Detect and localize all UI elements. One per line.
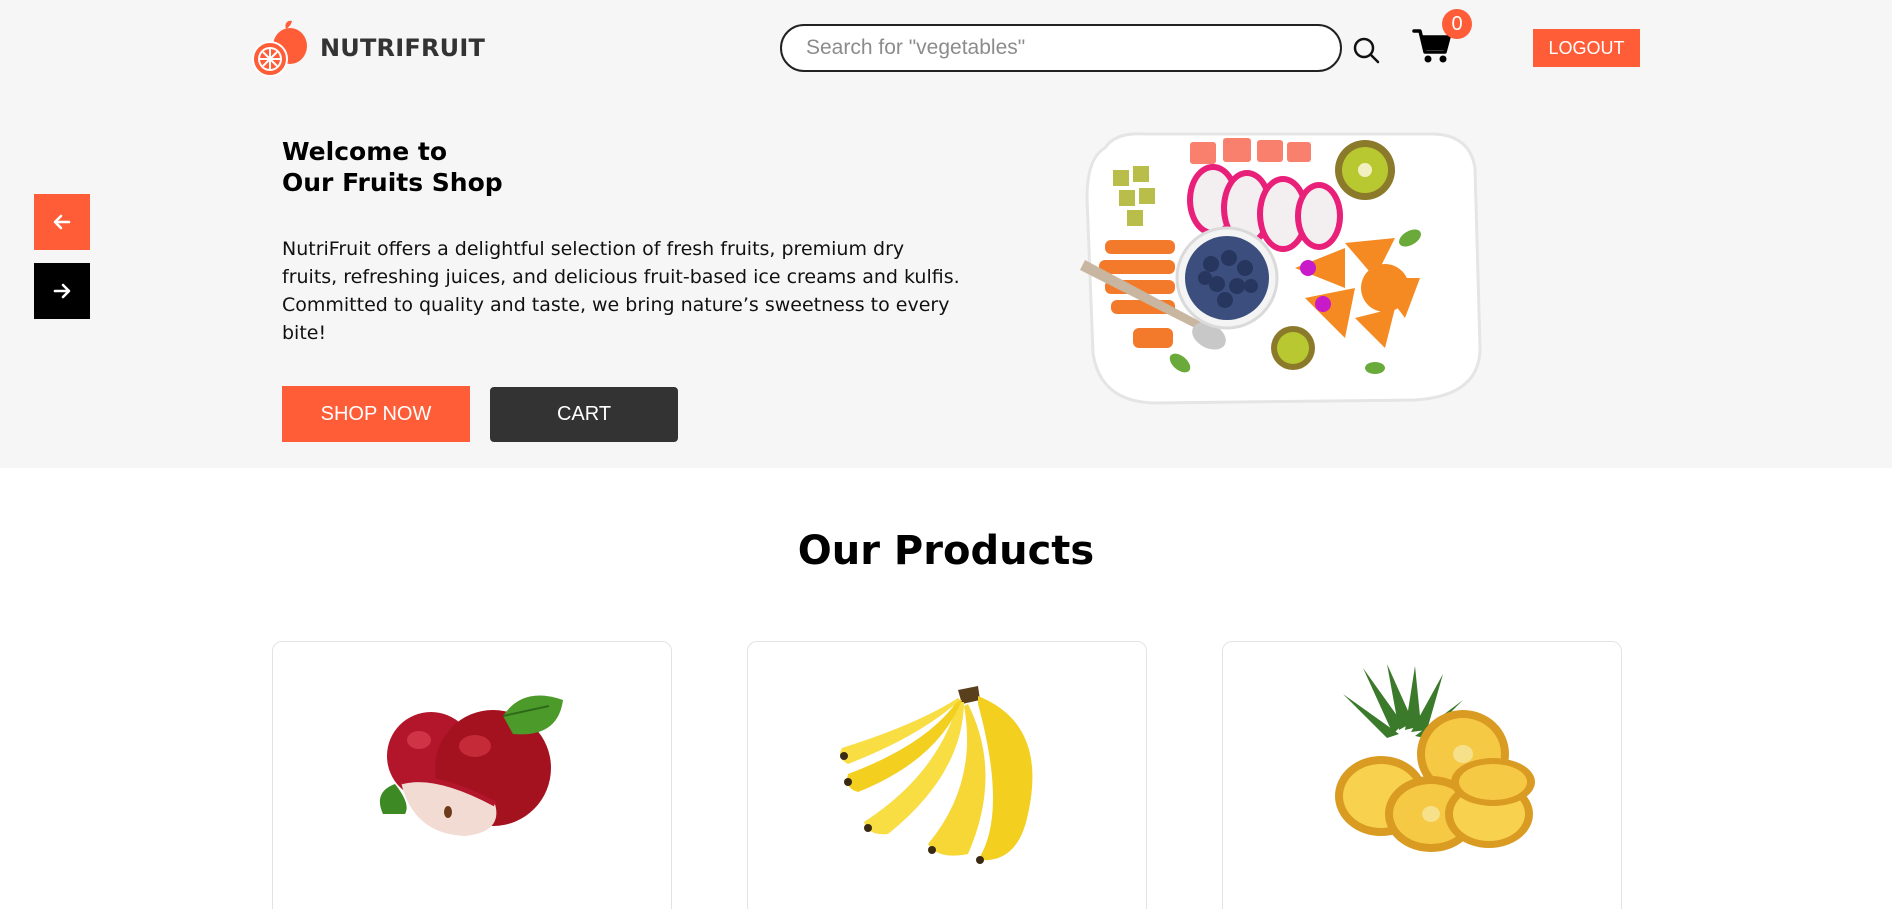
- arrow-right-icon: [53, 283, 71, 299]
- cart-count-badge: 0: [1442, 9, 1472, 39]
- fruit-platter-image: [1080, 132, 1482, 405]
- products-section-title: Our Products: [797, 528, 1095, 574]
- search-input[interactable]: [782, 26, 1340, 70]
- brand-name: NUTRIFRUIT: [320, 34, 486, 62]
- product-card[interactable]: [1222, 641, 1622, 909]
- search-box: [780, 24, 1342, 72]
- product-card[interactable]: [272, 641, 672, 909]
- search-button[interactable]: [1350, 34, 1382, 66]
- slider-prev-button[interactable]: [34, 194, 90, 250]
- search-icon: [1353, 37, 1380, 64]
- product-card[interactable]: [747, 641, 1147, 909]
- hero-description: NutriFruit offers a delightful selection…: [282, 238, 960, 344]
- arrow-left-icon: [53, 214, 71, 230]
- pineapple-image: [1335, 664, 1535, 852]
- banana-image: [840, 686, 1033, 864]
- logout-button[interactable]: LOGOUT: [1533, 29, 1640, 67]
- cart-nav-button[interactable]: CART: [490, 387, 678, 442]
- hero-title-line-2: Our Fruits Shop: [282, 168, 503, 197]
- orange-logo-icon: [252, 20, 307, 77]
- hero-title-line-1: Welcome to: [282, 137, 448, 166]
- hero-title: Welcome to Our Fruits Shop: [282, 136, 503, 198]
- slider-next-button[interactable]: [34, 263, 90, 319]
- shop-now-button[interactable]: SHOP NOW: [282, 386, 470, 442]
- apple-image: [379, 695, 563, 836]
- brand-logo[interactable]: NUTRIFRUIT: [250, 18, 485, 78]
